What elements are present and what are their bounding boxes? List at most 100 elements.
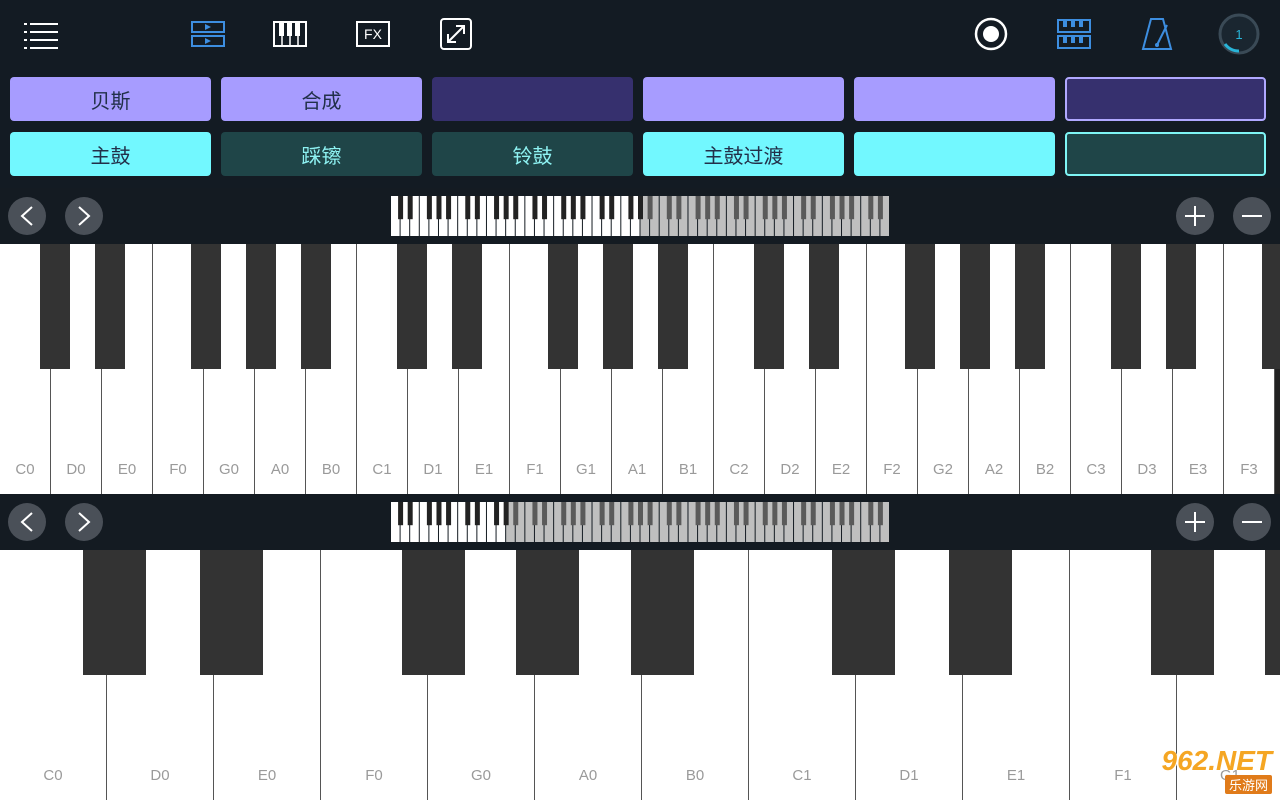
pad-label: 铃鼓	[512, 143, 553, 168]
key-label: B1	[678, 461, 698, 478]
pad-row2-5[interactable]	[854, 132, 1055, 176]
key-label: E2	[831, 461, 851, 478]
key-label: G2	[932, 461, 953, 478]
pad-row1-4[interactable]	[643, 77, 844, 121]
keyboard1-prev-button[interactable]	[8, 197, 46, 235]
plus-icon	[1185, 206, 1205, 226]
black-key[interactable]	[300, 244, 331, 369]
chevron-right-icon	[78, 206, 91, 226]
black-key[interactable]	[1150, 550, 1214, 675]
chevron-right-icon	[78, 512, 91, 532]
black-key[interactable]	[83, 550, 147, 675]
key-label: D1	[423, 461, 443, 478]
key-label: C1	[372, 461, 392, 478]
key-label: A2	[984, 461, 1004, 478]
black-key[interactable]	[200, 550, 264, 675]
watermark-sub: 乐游网	[1224, 775, 1272, 794]
key-label: G0	[218, 461, 239, 478]
metronome-icon[interactable]	[1135, 12, 1179, 56]
black-key[interactable]	[1110, 244, 1141, 369]
pad-tambourine[interactable]: 铃鼓	[432, 132, 633, 176]
key-label: C1	[792, 767, 812, 784]
key-label: F0	[169, 461, 187, 478]
black-key[interactable]	[452, 244, 483, 369]
tempo-value: 1	[1235, 26, 1243, 42]
pad-hihat[interactable]: 踩镲	[221, 132, 422, 176]
keyboard1-zoom-out-button[interactable]	[1233, 197, 1271, 235]
key-label: F1	[526, 461, 544, 478]
keyboard1-zoom-in-button[interactable]	[1176, 197, 1214, 235]
key-label: A0	[578, 767, 598, 784]
pad-main-drum-fill[interactable]: 主鼓过渡	[643, 132, 844, 176]
key-label: C3	[1086, 461, 1106, 478]
black-key[interactable]	[516, 550, 580, 675]
chevron-left-icon	[20, 206, 33, 226]
key-label: E1	[474, 461, 494, 478]
black-key[interactable]	[1265, 550, 1280, 675]
keyboard2-next-button[interactable]	[65, 503, 103, 541]
black-key[interactable]	[832, 550, 896, 675]
mixer-keys-icon[interactable]	[1052, 12, 1096, 56]
black-key[interactable]	[95, 244, 126, 369]
black-key[interactable]	[39, 244, 70, 369]
black-key[interactable]	[905, 244, 936, 369]
key-label: F0	[365, 767, 383, 784]
keyboard2-range-minimap[interactable]	[391, 502, 890, 542]
pad-row1-5[interactable]	[854, 77, 1055, 121]
black-key[interactable]	[1262, 244, 1280, 369]
keyboard2-prev-button[interactable]	[8, 503, 46, 541]
key-label: G0	[470, 767, 491, 784]
key-label: D2	[780, 461, 800, 478]
key-label: A0	[270, 461, 290, 478]
black-key[interactable]	[548, 244, 579, 369]
fx-button[interactable]: FX	[351, 12, 395, 56]
menu-icon[interactable]	[19, 12, 63, 56]
sequencer-icon[interactable]	[186, 12, 230, 56]
keyboard1-next-button[interactable]	[65, 197, 103, 235]
black-key[interactable]	[396, 244, 427, 369]
black-key[interactable]	[246, 244, 276, 369]
key-label: E3	[1188, 461, 1208, 478]
keyboard1-range-minimap[interactable]	[391, 196, 890, 236]
top-toolbar: FX 1	[0, 0, 1280, 70]
black-key[interactable]	[809, 244, 840, 369]
pad-synth[interactable]: 合成	[221, 77, 422, 121]
black-key[interactable]	[630, 550, 694, 675]
keyboard1: C0 D0 E0 F0 G0 A0 B0 C1 D1 E1 F1 G1 A1 B1 C2 D2 E2 F2 G2 A2…	[0, 244, 1280, 494]
pad-row2-6[interactable]	[1065, 132, 1266, 176]
key-label: C0	[43, 767, 63, 784]
keyboard2: C0D0E0F0G0A0B0C1D1E1F1G1	[0, 550, 1280, 800]
key-label: F3	[1240, 461, 1258, 478]
black-key[interactable]	[191, 244, 222, 369]
black-key[interactable]	[1014, 244, 1045, 369]
black-key[interactable]	[753, 244, 784, 369]
pad-row1-6[interactable]	[1065, 77, 1266, 121]
fullscreen-icon[interactable]	[434, 12, 478, 56]
key-label: B2	[1035, 461, 1055, 478]
black-key[interactable]	[1166, 244, 1197, 369]
black-key[interactable]	[949, 550, 1013, 675]
pad-bass[interactable]: 贝斯	[10, 77, 211, 121]
key-label: D1	[899, 767, 919, 784]
key-label: E1	[1006, 767, 1026, 784]
keyboard2-zoom-in-button[interactable]	[1176, 503, 1214, 541]
pad-grid: 贝斯 合成 主鼓 踩镲 铃鼓 主鼓过渡	[0, 70, 1280, 189]
keyboard1-nav	[0, 188, 1280, 244]
key-label: C2	[729, 461, 749, 478]
key-label: A1	[627, 461, 647, 478]
pad-label: 主鼓	[90, 143, 131, 168]
pad-row1-3[interactable]	[432, 77, 633, 121]
black-key[interactable]	[960, 244, 990, 369]
piano-keys-icon[interactable]	[268, 12, 312, 56]
key-label: E0	[257, 767, 277, 784]
black-key[interactable]	[657, 244, 688, 369]
keyboard2-zoom-out-button[interactable]	[1233, 503, 1271, 541]
keyboard2-nav	[0, 494, 1280, 550]
pad-main-drum[interactable]: 主鼓	[10, 132, 211, 176]
key-label: D3	[1137, 461, 1157, 478]
tempo-dial[interactable]: 1	[1217, 12, 1261, 56]
black-key[interactable]	[401, 550, 465, 675]
black-key[interactable]	[603, 244, 633, 369]
minus-icon	[1242, 215, 1262, 217]
record-button[interactable]	[969, 12, 1013, 56]
